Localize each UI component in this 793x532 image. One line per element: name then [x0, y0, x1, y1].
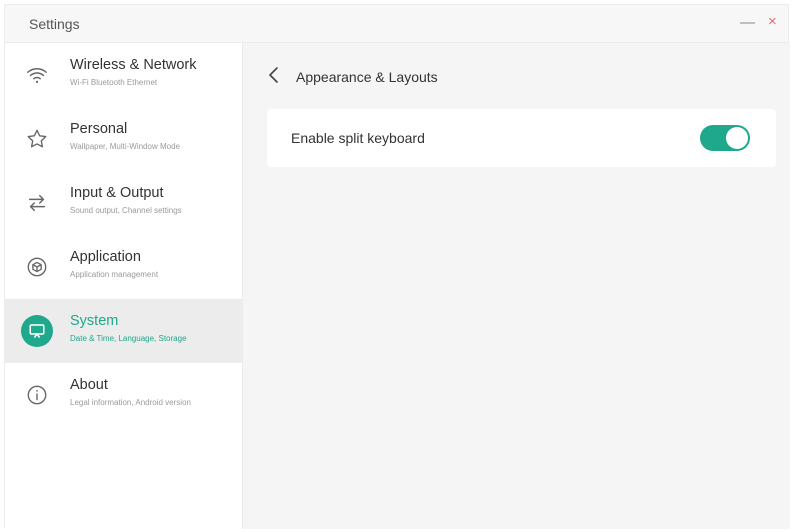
wifi-icon — [21, 59, 53, 91]
sidebar-item-wireless-network[interactable]: Wireless & Network Wi-Fi Bluetooth Ether… — [5, 43, 242, 107]
sidebar-item-subtitle: Application management — [70, 270, 159, 279]
info-icon — [21, 379, 53, 411]
sidebar: Wireless & Network Wi-Fi Bluetooth Ether… — [5, 43, 243, 529]
sidebar-item-subtitle: Wi-Fi Bluetooth Ethernet — [70, 78, 158, 87]
minimize-button[interactable]: — — [740, 14, 755, 31]
settings-window: Settings — × Wireless & Network Wi-Fi Bl… — [4, 4, 790, 529]
sidebar-item-label: Input & Output — [70, 185, 164, 201]
display-icon — [21, 315, 53, 347]
page-title: Appearance & Layouts — [296, 69, 438, 85]
sidebar-item-subtitle: Wallpaper, Multi-Window Mode — [70, 142, 180, 151]
sidebar-item-label: Wireless & Network — [70, 57, 197, 73]
back-button[interactable] — [265, 63, 283, 87]
sidebar-item-subtitle: Date & Time, Language, Storage — [70, 334, 187, 343]
swap-arrows-icon — [21, 187, 53, 219]
sidebar-item-about[interactable]: About Legal information, Android version — [5, 363, 242, 427]
sidebar-item-label: System — [70, 313, 119, 329]
toggle-knob — [726, 127, 748, 149]
split-keyboard-toggle[interactable] — [700, 125, 750, 151]
star-icon — [21, 123, 53, 155]
title-bar: Settings — × — [5, 5, 788, 43]
setting-row-split-keyboard: Enable split keyboard — [267, 109, 776, 167]
sidebar-item-label: About — [70, 377, 108, 393]
sidebar-item-personal[interactable]: Personal Wallpaper, Multi-Window Mode — [5, 107, 242, 171]
sidebar-item-subtitle: Sound output, Channel settings — [70, 206, 182, 215]
setting-label: Enable split keyboard — [291, 130, 425, 146]
sidebar-item-subtitle: Legal information, Android version — [70, 398, 191, 407]
sidebar-item-system[interactable]: System Date & Time, Language, Storage — [5, 299, 242, 363]
chevron-left-icon — [269, 67, 278, 83]
sidebar-item-application[interactable]: Application Application management — [5, 235, 242, 299]
sidebar-item-label: Application — [70, 249, 141, 265]
sidebar-item-label: Personal — [70, 121, 128, 137]
content-pane: Appearance & Layouts Enable split keyboa… — [243, 43, 790, 529]
app-title: Settings — [29, 16, 80, 32]
cube-icon — [21, 251, 53, 283]
sidebar-item-input-output[interactable]: Input & Output Sound output, Channel set… — [5, 171, 242, 235]
close-button[interactable]: × — [768, 13, 777, 30]
